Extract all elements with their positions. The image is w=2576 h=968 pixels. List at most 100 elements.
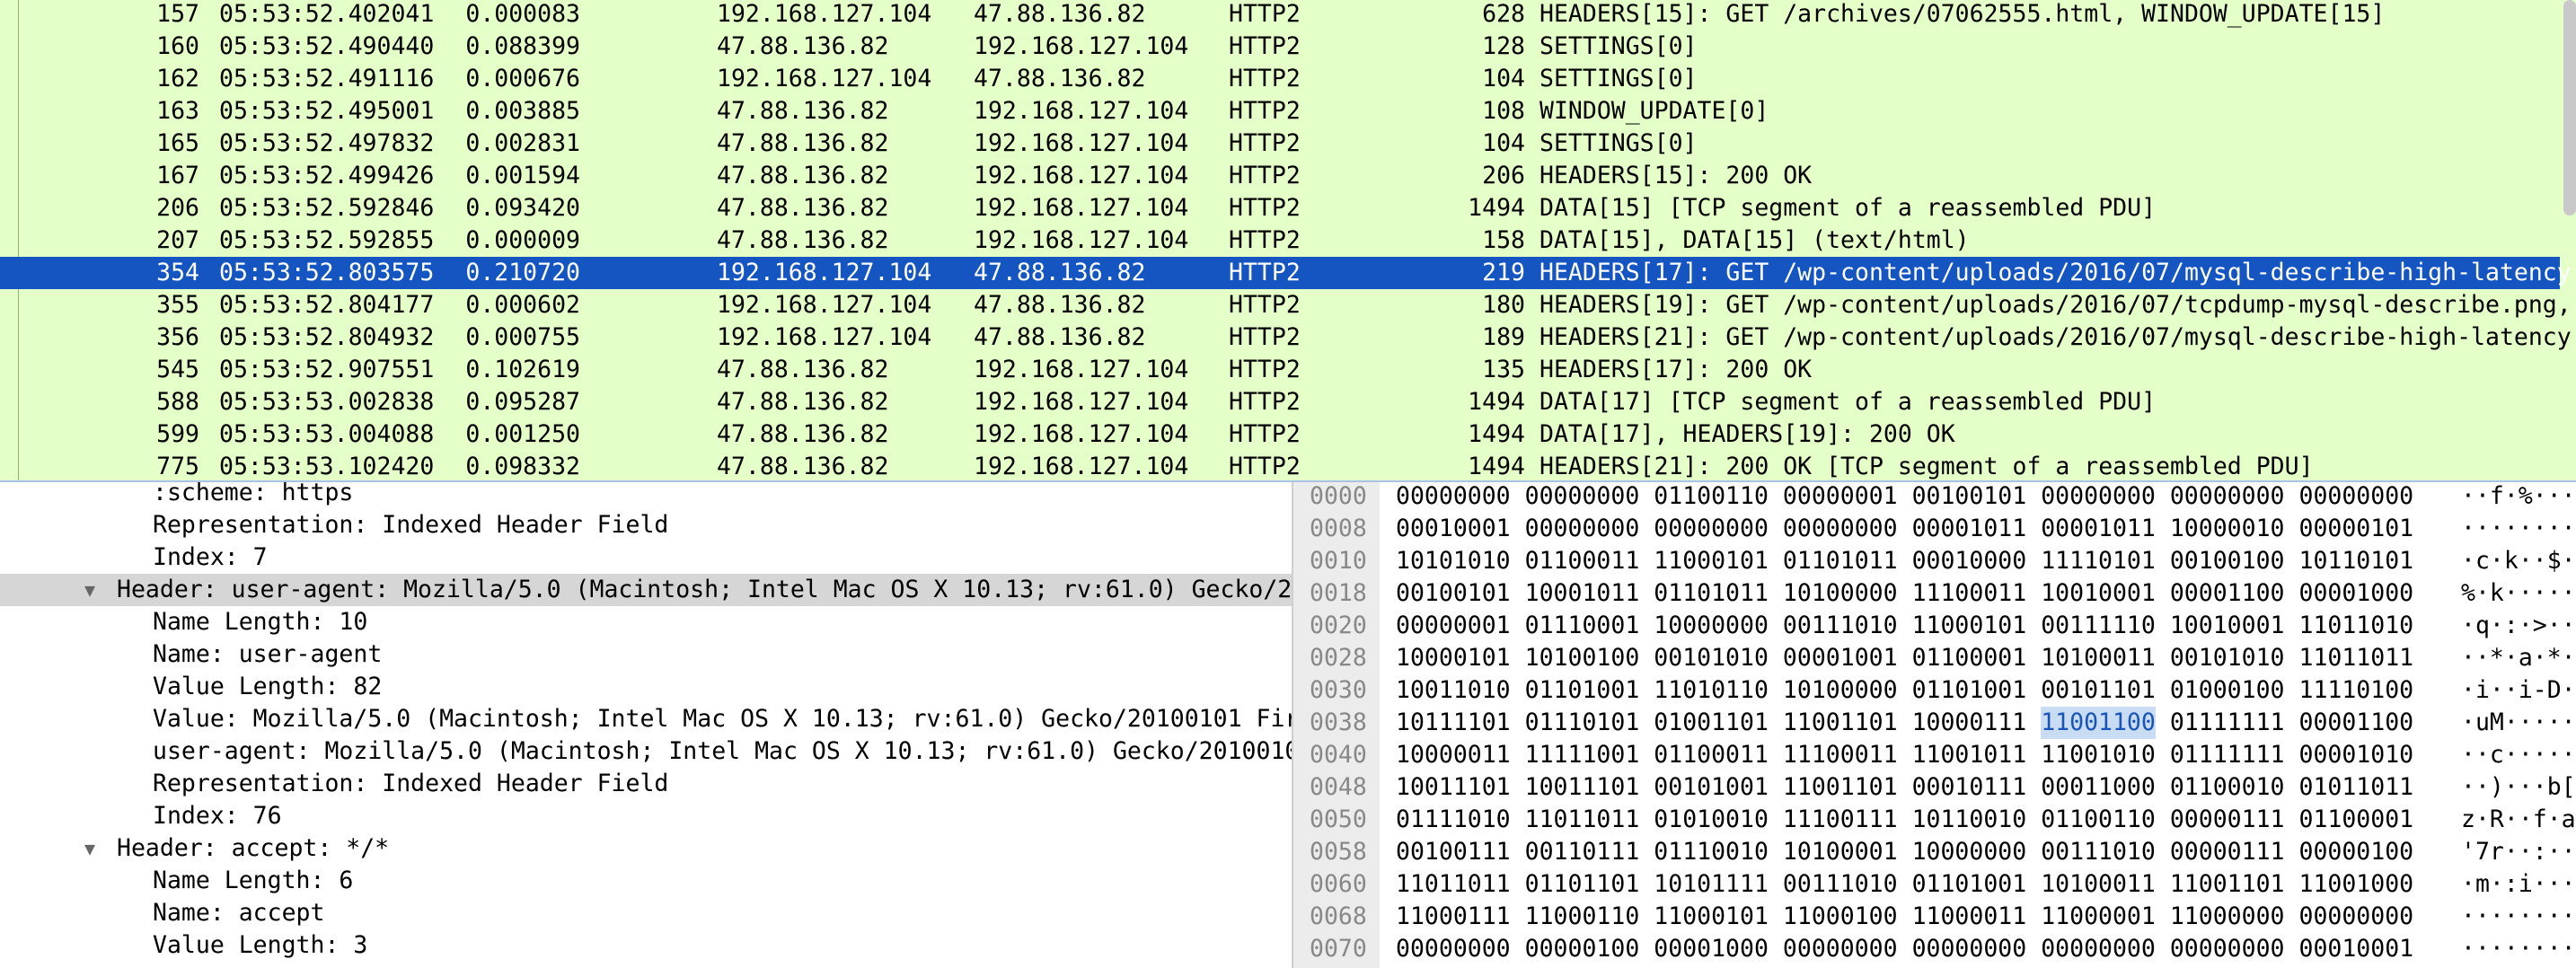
byte-cell[interactable]: 01100110 — [1654, 482, 1769, 513]
byte-cell[interactable]: 00000000 — [1525, 482, 1640, 513]
byte-cell[interactable]: 00000000 — [2298, 482, 2413, 513]
byte-cell[interactable]: 01001101 — [1654, 707, 1769, 739]
byte-cell[interactable]: 00010001 — [1396, 513, 1511, 545]
byte-cell[interactable]: 00001001 — [1783, 642, 1898, 674]
byte-cell[interactable]: 00000000 — [2041, 933, 2156, 965]
byte-cell[interactable]: 11011010 — [2298, 610, 2413, 642]
packet-row[interactable]: 157 05:53:52.402041 0.000083 192.168.127.10… — [0, 0, 2560, 31]
byte-cell[interactable]: 11001011 — [1912, 739, 2027, 771]
byte-cell[interactable]: 01011011 — [2298, 771, 2413, 804]
byte-cell[interactable]: 11001101 — [1783, 707, 1898, 739]
byte-cell[interactable]: 10100011 — [2041, 868, 2156, 901]
packet-row[interactable]: 355 05:53:52.804177 0.000602 192.168.127.10… — [0, 289, 2576, 321]
byte-cell[interactable]: 00100100 — [2170, 545, 2285, 577]
byte-cell[interactable]: 00000001 — [1783, 482, 1898, 513]
packet-row[interactable]: 545 05:53:52.907551 0.102619 47.88.136.82 19… — [0, 354, 2560, 386]
byte-cell[interactable]: 10000111 — [1912, 707, 2027, 739]
byte-cell[interactable]: 10100000 — [1783, 674, 1898, 707]
packet-row[interactable]: 356 05:53:52.804932 0.000755 192.168.127.10… — [0, 321, 2576, 354]
byte-cell[interactable]: 01111111 — [2170, 739, 2285, 771]
byte-cell[interactable]: 00001000 — [2298, 577, 2413, 610]
detail-row[interactable]: Name: user-agent — [0, 638, 1292, 671]
byte-cell[interactable]: 00001010 — [2298, 739, 2413, 771]
byte-cell[interactable]: 00111010 — [1783, 868, 1898, 901]
byte-cell[interactable]: 00000000 — [1654, 513, 1769, 545]
byte-cell[interactable]: 00000001 — [1396, 610, 1511, 642]
packet-row[interactable]: 775 05:53:53.102420 0.098332 47.88.136.82 19… — [0, 451, 2560, 480]
detail-row[interactable]: ▼ Header: user-agent: Mozilla/5.0 (Macint… — [0, 574, 1292, 606]
byte-cell[interactable]: 00100101 — [1912, 482, 2027, 513]
byte-cell[interactable]: 11001000 — [2298, 868, 2413, 901]
byte-cell[interactable]: 11011011 — [1396, 868, 1511, 901]
byte-cell[interactable]: 00101101 — [2041, 674, 2156, 707]
byte-cell[interactable]: 11000111 — [1396, 901, 1511, 933]
packet-row[interactable]: 163 05:53:52.495001 0.003885 47.88.136.82 19… — [0, 95, 2560, 128]
byte-cell[interactable]: 00000000 — [2298, 901, 2413, 933]
byte-cell[interactable]: 00100111 — [1396, 836, 1511, 868]
byte-cell[interactable]: 11000101 — [1654, 545, 1769, 577]
byte-cell[interactable]: 11000110 — [1525, 901, 1640, 933]
byte-cell[interactable]: 10011101 — [1396, 771, 1511, 804]
byte-cell[interactable]: 00111010 — [2041, 836, 2156, 868]
packet-row[interactable]: 160 05:53:52.490440 0.088399 47.88.136.82 19… — [0, 31, 2560, 63]
packet-row[interactable]: 588 05:53:53.002838 0.095287 47.88.136.82 19… — [0, 386, 2560, 418]
byte-cell[interactable]: 10111101 — [1396, 707, 1511, 739]
byte-cell[interactable]: 11100011 — [1783, 739, 1898, 771]
byte-cell[interactable]: 00000000 — [1783, 513, 1898, 545]
byte-cell[interactable]: 11000101 — [1912, 610, 2027, 642]
byte-cell[interactable]: 00000000 — [1912, 933, 2027, 965]
detail-row[interactable]: ▼ Header: accept: */* — [0, 832, 1292, 865]
byte-cell[interactable]: 00000000 — [2170, 482, 2285, 513]
packet-row[interactable]: 207 05:53:52.592855 0.000009 47.88.136.82 19… — [0, 224, 2560, 257]
detail-row[interactable]: Value Length: 82 — [0, 671, 1292, 703]
expand-triangle-icon[interactable]: ▼ — [84, 574, 95, 606]
expand-triangle-icon[interactable]: ▼ — [84, 832, 95, 865]
detail-row[interactable]: Value: Mozilla/5.0 (Macintosh; Intel Mac… — [0, 703, 1292, 735]
byte-cell[interactable]: 01100001 — [1912, 642, 2027, 674]
byte-cell[interactable]: 01100010 — [2170, 771, 2285, 804]
byte-cell[interactable]: 11000100 — [1783, 901, 1898, 933]
byte-cell[interactable]: 01110001 — [1525, 610, 1640, 642]
byte-cell[interactable]: 11000101 — [1654, 901, 1769, 933]
byte-cell[interactable]: 01111010 — [1396, 804, 1511, 836]
byte-cell[interactable]: 10011101 — [1525, 771, 1640, 804]
byte-cell[interactable]: 10110101 — [2298, 545, 2413, 577]
byte-cell[interactable]: 00000111 — [2170, 836, 2285, 868]
detail-row[interactable]: Index: 7 — [0, 541, 1292, 574]
byte-cell[interactable]: 01110101 — [1525, 707, 1640, 739]
detail-row[interactable]: Index: 76 — [0, 800, 1292, 832]
byte-cell[interactable]: 00111110 — [2041, 610, 2156, 642]
byte-cell[interactable]: 10011010 — [1396, 674, 1511, 707]
byte-cell[interactable]: 00000000 — [1396, 933, 1511, 965]
byte-cell[interactable]: 10100011 — [2041, 642, 2156, 674]
byte-cell[interactable]: 01100001 — [2298, 804, 2413, 836]
byte-cell[interactable]: 10100001 — [1783, 836, 1898, 868]
byte-cell[interactable]: 10010001 — [2170, 610, 2285, 642]
byte-cell[interactable]: 00000000 — [1783, 933, 1898, 965]
byte-cell[interactable]: 10110010 — [1912, 804, 2027, 836]
byte-cell[interactable]: 01100011 — [1654, 739, 1769, 771]
byte-cell[interactable]: 11011011 — [1525, 804, 1640, 836]
detail-row[interactable]: Value Length: 3 — [0, 929, 1292, 962]
byte-cell[interactable]: 00000100 — [1525, 933, 1640, 965]
byte-cell[interactable]: 01101101 — [1525, 868, 1640, 901]
byte-cell[interactable]: 10000000 — [1654, 610, 1769, 642]
byte-cell[interactable]: 10000010 — [2170, 513, 2285, 545]
packet-bytes-pane[interactable]: 0000 00000000 00000000 01100110 00000001 0010… — [1293, 482, 2576, 968]
byte-cell[interactable]: 10001011 — [1525, 577, 1640, 610]
byte-cell[interactable]: 00001011 — [2041, 513, 2156, 545]
byte-cell[interactable]: 00010000 — [1912, 545, 2027, 577]
byte-cell[interactable]: 10000000 — [1912, 836, 2027, 868]
byte-cell[interactable]: 11110100 — [2298, 674, 2413, 707]
byte-cell[interactable]: 00011000 — [2041, 771, 2156, 804]
byte-cell[interactable]: 11000001 — [2041, 901, 2156, 933]
byte-cell[interactable]: 10101010 — [1396, 545, 1511, 577]
packet-row[interactable]: 162 05:53:52.491116 0.000676 192.168.127.10… — [0, 63, 2560, 95]
byte-cell[interactable]: 00111010 — [1783, 610, 1898, 642]
byte-cell[interactable]: 10000011 — [1396, 739, 1511, 771]
byte-cell[interactable]: 11010110 — [1654, 674, 1769, 707]
packet-details-pane[interactable]: :scheme: https Representation: Indexed He… — [0, 482, 1293, 968]
detail-row[interactable]: Name Length: 6 — [0, 865, 1292, 897]
byte-cell[interactable]: 01101001 — [1912, 868, 2027, 901]
byte-cell[interactable]: 00000000 — [2041, 482, 2156, 513]
